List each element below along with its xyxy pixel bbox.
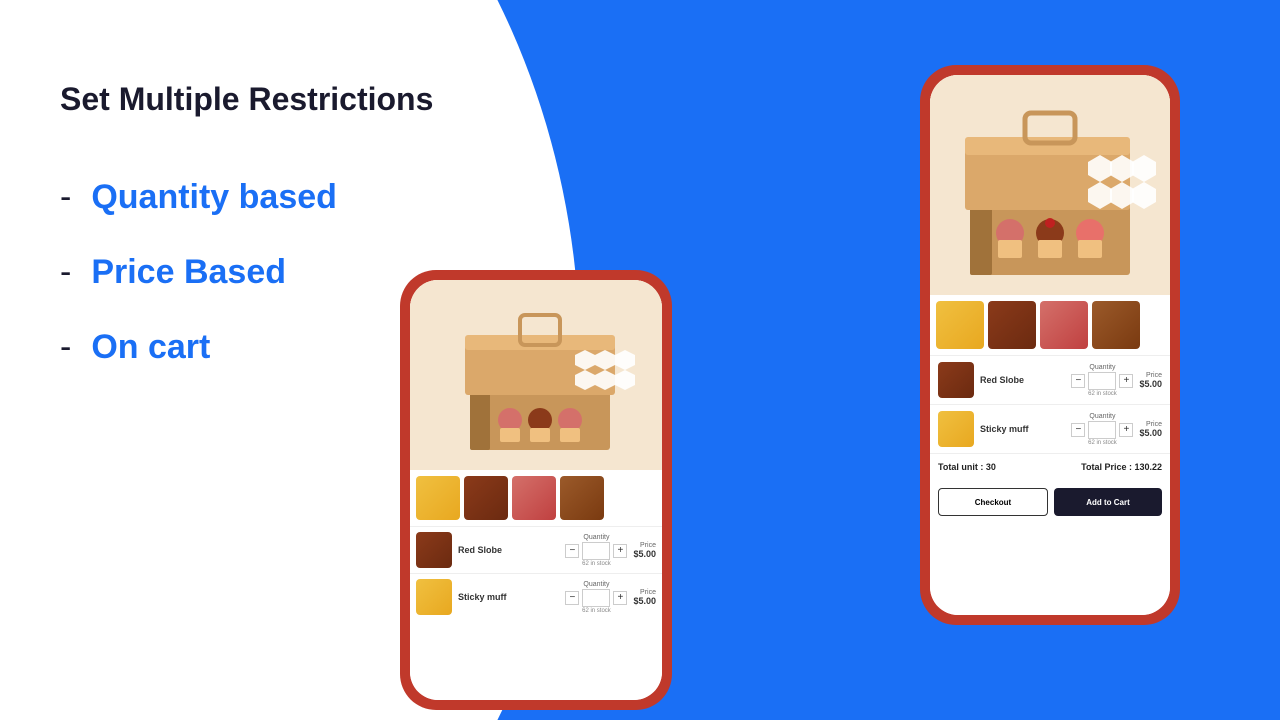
price-label-2: Price [640,589,656,596]
qty-plus-right-1[interactable]: + [1119,374,1133,388]
price-value-right-2: $5.00 [1139,428,1162,438]
dash-2: - [60,253,71,292]
price-col-1: Price $5.00 [633,542,656,559]
qty-row-right-1: − + [1071,372,1133,390]
thumbnail-row-right [930,295,1170,355]
phone-right-inner: Red Slobe Quantity − + 62 in stock Price… [930,75,1170,615]
list-item: - Quantity based [60,178,540,217]
price-value-right-1: $5.00 [1139,379,1162,389]
dash-3: - [60,328,71,367]
total-price: Total Price : 130.22 [1081,462,1162,472]
quantity-ctrl-right-2: Quantity − + 62 in stock [1071,413,1133,446]
qty-row-right-2: − + [1071,421,1133,439]
add-to-cart-button[interactable]: Add to Cart [1054,488,1162,516]
product-row-right-2: Sticky muff Quantity − + 62 in stock Pri… [930,404,1170,453]
qty-plus-2[interactable]: + [613,591,627,605]
thumb-right-1[interactable] [936,301,984,349]
thumb-right-2[interactable] [988,301,1036,349]
qty-label-right-1: Quantity [1089,364,1115,371]
phone-right-content: Red Slobe Quantity − + 62 in stock Price… [930,75,1170,615]
price-label-right-2: Price [1146,421,1162,428]
dash-1: - [60,178,71,217]
page-title: Set Multiple Restrictions [60,80,540,118]
qty-minus-right-2[interactable]: − [1071,423,1085,437]
product-image-right [930,75,1170,295]
product-name-right-2: Sticky muff [980,424,1065,434]
restriction-label-price: Price Based [91,253,286,292]
restriction-label-quantity: Quantity based [91,178,337,217]
qty-input-right-2[interactable] [1088,421,1116,439]
total-unit: Total unit : 30 [938,462,996,472]
restriction-list: - Quantity based - Price Based - On cart [60,178,540,367]
thumb-right-3[interactable] [1040,301,1088,349]
restriction-label-cart: On cart [91,328,210,367]
phone-right: Red Slobe Quantity − + 62 in stock Price… [920,65,1180,625]
qty-plus-1[interactable]: + [613,544,627,558]
list-item: - Price Based [60,253,540,292]
product-thumb-right-2 [938,411,974,447]
total-bar: Total unit : 30 Total Price : 130.22 [930,453,1170,480]
left-content: Set Multiple Restrictions - Quantity bas… [0,0,600,720]
price-label-1: Price [640,542,656,549]
price-col-right-2: Price $5.00 [1139,421,1162,438]
box-svg-right [930,75,1170,295]
qty-input-right-1[interactable] [1088,372,1116,390]
qty-label-right-2: Quantity [1089,413,1115,420]
list-item: - On cart [60,328,540,367]
quantity-ctrl-right-1: Quantity − + 62 in stock [1071,364,1133,397]
product-thumb-right-1 [938,362,974,398]
qty-minus-right-1[interactable]: − [1071,374,1085,388]
price-col-2: Price $5.00 [633,589,656,606]
product-row-right-1: Red Slobe Quantity − + 62 in stock Price… [930,355,1170,404]
checkout-button[interactable]: Checkout [938,488,1048,516]
button-row: Checkout Add to Cart [930,480,1170,524]
price-value-1: $5.00 [633,549,656,559]
qty-plus-right-2[interactable]: + [1119,423,1133,437]
product-name-right-1: Red Slobe [980,375,1065,385]
stock-text-right-1: 62 in stock [1088,391,1117,397]
price-label-right-1: Price [1146,372,1162,379]
price-value-2: $5.00 [633,596,656,606]
stock-text-right-2: 62 in stock [1088,440,1117,446]
thumb-right-4[interactable] [1092,301,1140,349]
price-col-right-1: Price $5.00 [1139,372,1162,389]
